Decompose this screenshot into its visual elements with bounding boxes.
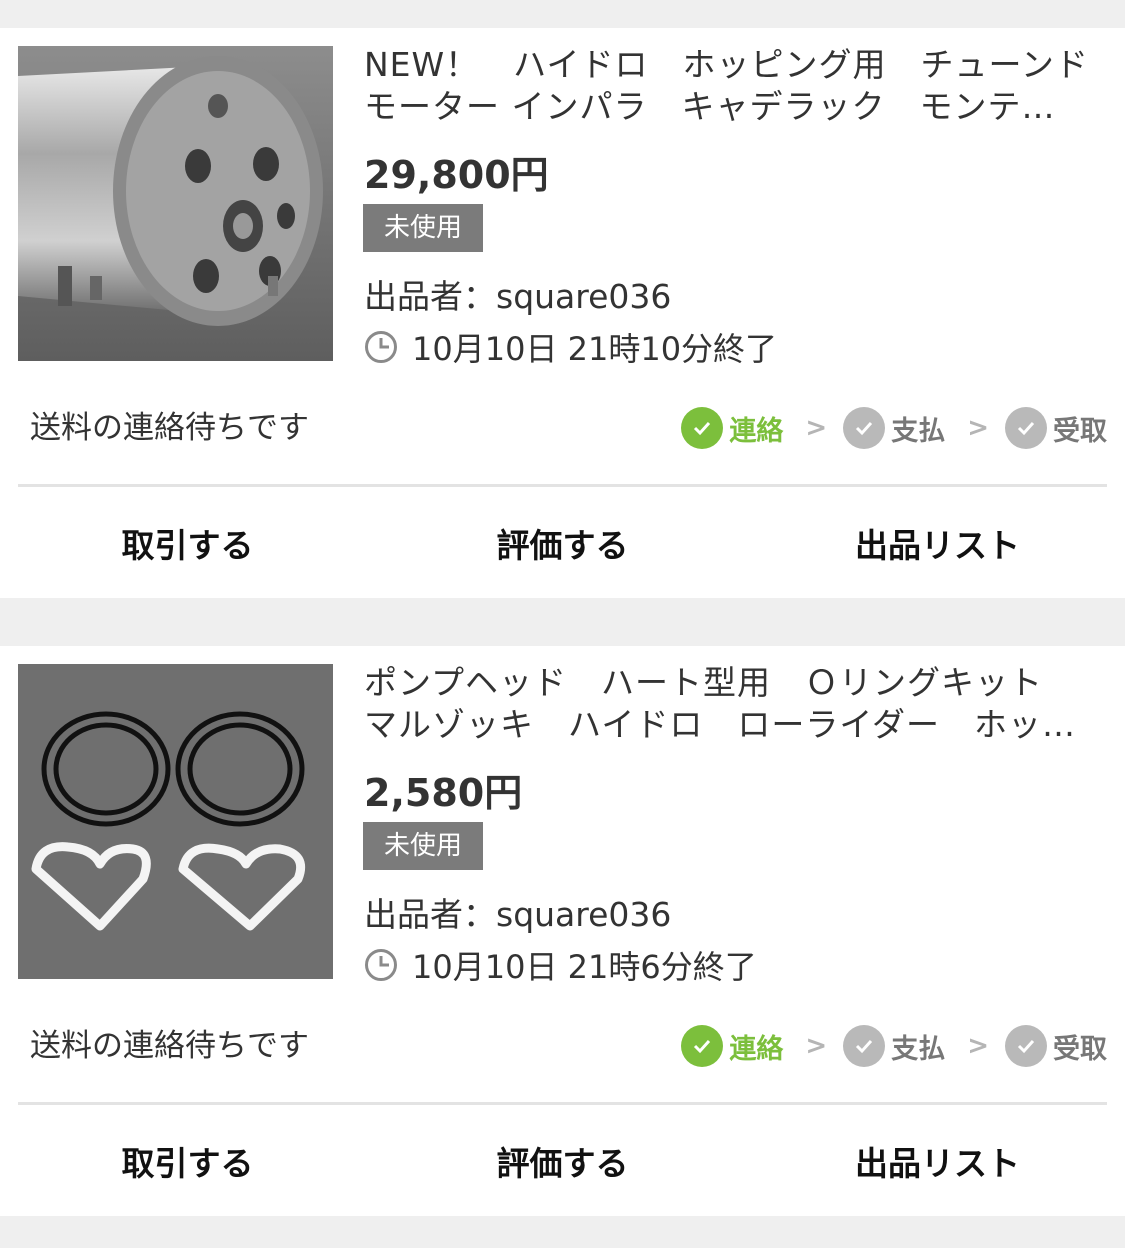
- seller-list-button[interactable]: 出品リスト: [750, 488, 1125, 598]
- title-line-2: マルゾッキ ハイドロ ローライダー ホッ…: [364, 705, 1077, 744]
- rate-button[interactable]: 評価する: [375, 1106, 750, 1216]
- step-label: 受取: [1053, 415, 1107, 447]
- progress-steps: 連絡 > 支払 > 受取: [681, 406, 1107, 450]
- end-time: 10月10日 21時6分終了: [364, 942, 757, 988]
- step-contact: 連絡: [681, 407, 783, 449]
- divider: [18, 1102, 1107, 1105]
- title-line-1: NEW！ ハイドロ ホッピング用 チューンド: [364, 45, 1089, 84]
- seller-label: 出品者：square036: [364, 277, 672, 316]
- check-icon: [1005, 407, 1047, 449]
- status-message: 送料の連絡待ちです: [30, 410, 309, 446]
- step-receive: 受取: [1005, 407, 1107, 449]
- step-label: 支払: [891, 1033, 946, 1065]
- seller-list-button[interactable]: 出品リスト: [750, 1106, 1125, 1216]
- progress-steps: 連絡 > 支払 > 受取: [681, 1024, 1107, 1068]
- oring-photo: [18, 664, 333, 979]
- listing-price: 2,580円: [364, 771, 523, 815]
- divider: [18, 484, 1107, 487]
- chevron-right-icon: >: [805, 413, 828, 443]
- listing-card: NEW！ ハイドロ ホッピング用 チューンド モーター インパラ キャデラック …: [0, 28, 1125, 598]
- condition-badge: 未使用: [363, 204, 483, 252]
- motor-photo: [18, 46, 333, 361]
- trade-button[interactable]: 取引する: [0, 488, 375, 598]
- product-image-oring-kit[interactable]: [18, 664, 333, 979]
- trade-button[interactable]: 取引する: [0, 1106, 375, 1216]
- step-label: 受取: [1053, 1033, 1107, 1065]
- check-icon: [843, 407, 886, 449]
- step-payment: 支払: [843, 1025, 945, 1067]
- chevron-right-icon: >: [967, 413, 989, 443]
- seller-label: 出品者：square036: [364, 895, 672, 934]
- step-label: 支払: [891, 415, 946, 447]
- rate-button[interactable]: 評価する: [375, 488, 750, 598]
- listing-price: 29,800円: [364, 153, 549, 197]
- step-payment: 支払: [843, 407, 945, 449]
- end-time-text: 10月10日 21時10分終了: [412, 330, 778, 368]
- check-icon: [681, 407, 724, 449]
- status-message: 送料の連絡待ちです: [30, 1028, 309, 1064]
- step-contact: 連絡: [681, 1025, 783, 1067]
- listing-card: ポンプヘッド ハート型用 Ｏリングキット マルゾッキ ハイドロ ローライダー ホ…: [0, 646, 1125, 1216]
- listing-title[interactable]: NEW！ ハイドロ ホッピング用 チューンド モーター インパラ キャデラック …: [364, 44, 1104, 128]
- chevron-right-icon: >: [967, 1031, 989, 1061]
- check-icon: [843, 1025, 886, 1067]
- check-icon: [681, 1025, 724, 1067]
- end-time: 10月10日 21時10分終了: [364, 324, 777, 370]
- action-bar: 取引する 評価する 出品リスト: [0, 1106, 1125, 1216]
- check-icon: [1005, 1025, 1047, 1067]
- step-label: 連絡: [729, 1033, 784, 1065]
- action-bar: 取引する 評価する 出品リスト: [0, 488, 1125, 598]
- title-line-1: ポンプヘッド ハート型用 Ｏリングキット: [364, 663, 1044, 702]
- product-image-motor[interactable]: [18, 46, 333, 361]
- condition-badge: 未使用: [363, 822, 483, 870]
- end-time-text: 10月10日 21時6分終了: [412, 948, 757, 986]
- step-label: 連絡: [729, 415, 784, 447]
- clock-icon: [365, 949, 397, 981]
- clock-icon: [365, 331, 397, 363]
- title-line-2: モーター インパラ キャデラック モンテ…: [364, 87, 1056, 126]
- step-receive: 受取: [1005, 1025, 1107, 1067]
- chevron-right-icon: >: [805, 1031, 828, 1061]
- listing-title[interactable]: ポンプヘッド ハート型用 Ｏリングキット マルゾッキ ハイドロ ローライダー ホ…: [364, 662, 1104, 746]
